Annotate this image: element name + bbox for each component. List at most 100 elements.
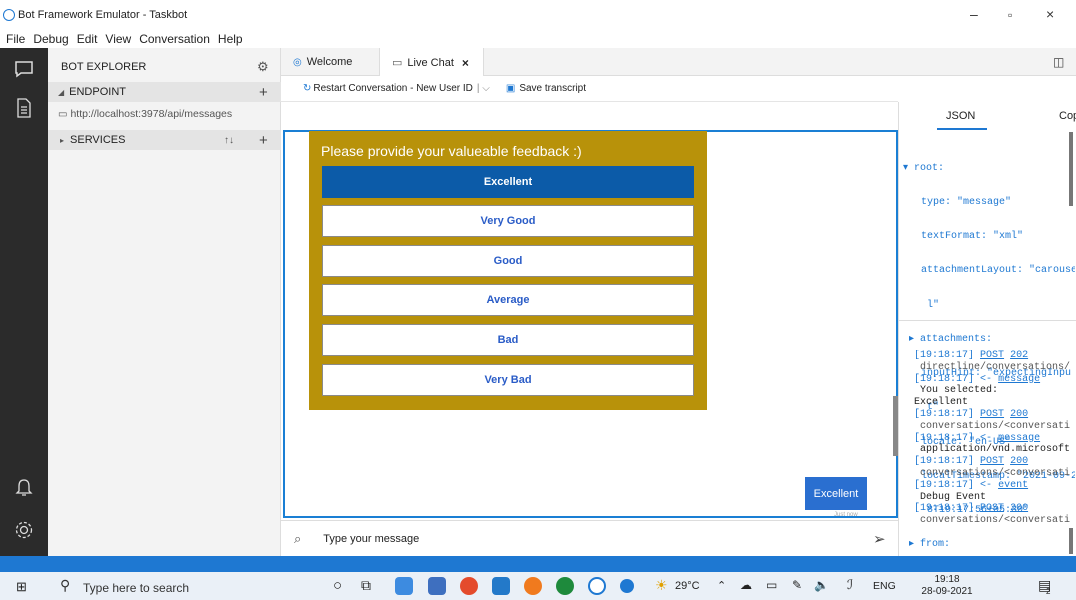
log-status-code: 200 — [1010, 503, 1029, 515]
tab-welcome[interactable]: ◎ Welcome — [281, 48, 377, 76]
log-time: [19:18:17] — [914, 456, 975, 468]
log-detail: Excellent — [914, 397, 969, 409]
language-indicator[interactable]: ENG — [873, 580, 896, 592]
option-average-button[interactable]: Average — [322, 284, 694, 316]
log-link[interactable]: message — [998, 433, 1040, 444]
log-arrow: <- — [980, 479, 993, 491]
log-link[interactable]: POST — [980, 409, 1004, 420]
message-input-bar: ⌕ Type your message ➢ — [281, 520, 898, 556]
bell-icon[interactable] — [15, 478, 33, 498]
log-link[interactable]: POST — [980, 456, 1004, 467]
json-line: type: "message" — [903, 197, 1012, 209]
log-link[interactable]: event — [998, 480, 1028, 491]
task-view-icon[interactable]: ⧉ — [361, 577, 371, 594]
log-time: [19:18:17] — [914, 432, 975, 444]
window-title: Bot Framework Emulator - Taskbot — [18, 9, 188, 21]
log-status-code: 200 — [1010, 408, 1029, 420]
menu-debug[interactable]: Debug — [33, 32, 68, 46]
log-scrollbar[interactable] — [1069, 528, 1073, 554]
json-scrollbar[interactable] — [1069, 132, 1073, 206]
network-icon[interactable]: ▭ — [766, 578, 777, 592]
clock-date[interactable]: 28-09-2021 — [918, 586, 976, 597]
menu-file[interactable]: File — [6, 32, 25, 46]
document-icon[interactable] — [16, 98, 32, 118]
endpoint-url[interactable]: http://localhost:3978/api/messages — [70, 108, 232, 120]
save-transcript-button[interactable]: Save transcript — [519, 83, 586, 94]
pen-icon[interactable]: ✎ — [792, 578, 802, 592]
tab-live-chat[interactable]: ▭ Live Chat × — [379, 48, 484, 77]
chat-icon[interactable] — [14, 60, 34, 78]
menu-view[interactable]: View — [105, 32, 131, 46]
menu-edit[interactable]: Edit — [77, 32, 98, 46]
user-message-bubble[interactable]: Excellent — [805, 477, 867, 510]
sort-icon[interactable]: ↑↓ — [224, 135, 234, 146]
send-icon[interactable]: ➢ — [873, 530, 886, 548]
json-line[interactable]: ▸ attachments: — [903, 334, 1075, 345]
close-window-button[interactable]: × — [1046, 6, 1054, 22]
app-logo-icon — [3, 9, 15, 21]
split-view-icon[interactable]: ◫ — [1053, 55, 1064, 69]
minimize-button[interactable]: – — [970, 6, 978, 22]
search-icon[interactable]: ⚲ — [60, 577, 70, 594]
cortana-icon[interactable]: ○ — [333, 577, 342, 594]
restart-dropdown-icon[interactable]: | ⌵ — [477, 83, 490, 94]
close-tab-icon[interactable]: × — [462, 56, 469, 70]
notification-count: 2 — [1046, 587, 1051, 596]
log-link[interactable]: POST — [980, 350, 1004, 361]
file-explorer-icon[interactable] — [395, 577, 413, 595]
postman-icon[interactable] — [524, 577, 542, 595]
add-service-button[interactable]: + — [259, 132, 268, 149]
log-entry: [19:18:17] POST 200 — [914, 503, 1076, 515]
message-status: Just now — [834, 512, 858, 518]
tab-copy[interactable]: Cop — [1059, 110, 1076, 122]
app-icon[interactable] — [428, 577, 446, 595]
app-icon[interactable] — [620, 579, 634, 593]
explorer-title: BOT EXPLORER — [61, 61, 147, 73]
json-tab-underline — [937, 128, 987, 130]
menu-conversation[interactable]: Conversation — [139, 32, 210, 46]
attachment-icon[interactable]: ⌕ — [294, 531, 301, 547]
stylus-icon[interactable]: ℐ — [847, 577, 853, 593]
maximize-button[interactable]: ▫ — [1008, 8, 1012, 22]
vscode-icon[interactable] — [492, 577, 510, 595]
restart-icon: ↻ — [303, 83, 312, 94]
option-good-button[interactable]: Good — [322, 245, 694, 277]
clock-time[interactable]: 19:18 — [920, 574, 974, 585]
save-icon: ▣ — [505, 83, 516, 94]
settings-gear-icon[interactable] — [14, 520, 34, 540]
collapse-arrow-icon[interactable]: ◢ — [58, 88, 64, 97]
log-link[interactable]: message — [998, 374, 1040, 385]
mongodb-icon[interactable] — [556, 577, 574, 595]
restart-conversation-button[interactable]: Restart Conversation - New User ID — [313, 83, 473, 94]
option-excellent-button[interactable]: Excellent — [322, 166, 694, 198]
log-status-code: 202 — [1010, 350, 1029, 361]
chrome-icon[interactable] — [460, 577, 478, 595]
chat-tab-icon: ▭ — [392, 57, 403, 69]
cloud-icon[interactable]: ☁ — [740, 578, 752, 592]
taskbar-search-input[interactable]: Type here to search — [83, 581, 189, 595]
log-detail: You selected: — [920, 385, 999, 397]
bot-explorer-panel: BOT EXPLORER ⚙ ◢ ENDPOINT + ▭ http://loc… — [48, 48, 281, 556]
endpoint-section-label[interactable]: ENDPOINT — [69, 86, 126, 98]
tab-json[interactable]: JSON — [946, 110, 975, 122]
message-input[interactable]: Type your message — [323, 533, 419, 545]
log-link[interactable]: POST — [980, 503, 1004, 514]
add-endpoint-button[interactable]: + — [259, 84, 268, 101]
inspector-panel: JSON Cop ▾ root: type: "message" textFor… — [898, 102, 1076, 556]
weather-temp[interactable]: 29°C — [675, 580, 700, 592]
tray-chevron-icon[interactable]: ⌃ — [717, 579, 726, 592]
option-very-good-button[interactable]: Very Good — [322, 205, 694, 237]
chat-bubble-icon: ▭ — [58, 108, 68, 120]
windows-start-icon[interactable]: ⊞ — [16, 579, 27, 595]
services-section-label[interactable]: SERVICES — [70, 134, 125, 146]
explorer-settings-icon[interactable]: ⚙ — [257, 59, 269, 75]
option-bad-button[interactable]: Bad — [322, 324, 694, 356]
expand-arrow-icon[interactable]: ▸ — [60, 136, 64, 145]
json-line[interactable]: ▸ from: — [903, 539, 1075, 550]
volume-icon[interactable]: 🔈 — [814, 578, 829, 592]
option-very-bad-button[interactable]: Very Bad — [322, 364, 694, 396]
title-bar: Bot Framework Emulator - Taskbot — [0, 0, 1076, 30]
menu-help[interactable]: Help — [218, 32, 243, 46]
json-line[interactable]: ▾ root: — [903, 163, 1075, 174]
bot-emulator-icon[interactable] — [588, 577, 606, 595]
